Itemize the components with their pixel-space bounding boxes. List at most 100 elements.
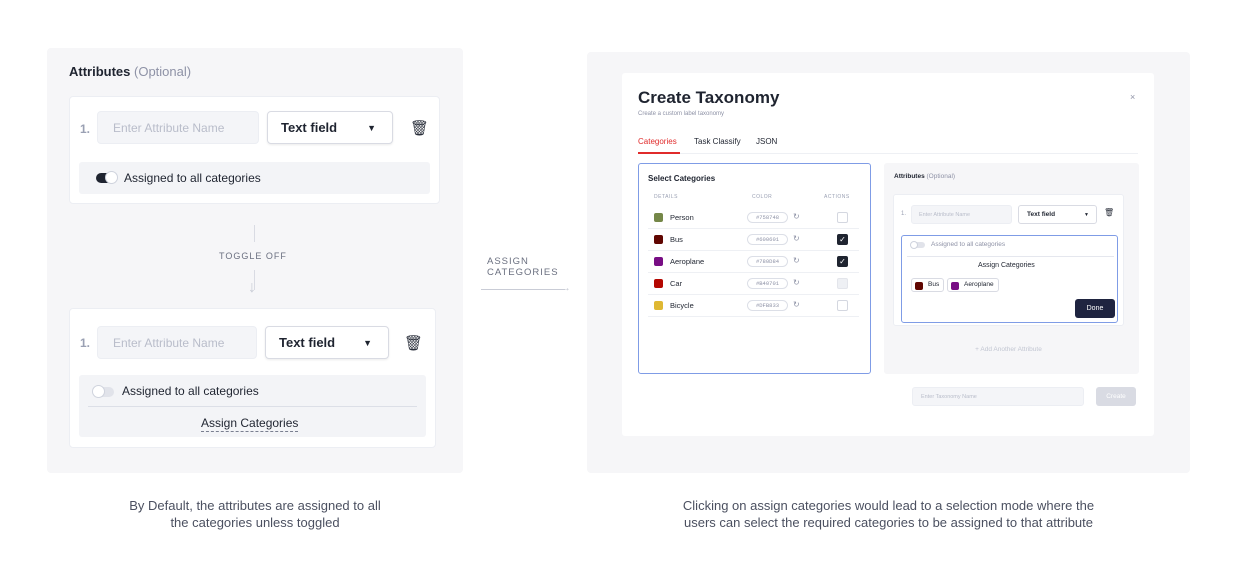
attribute-card: 1. Enter Attribute Name Text field ▼ 🗑 A…: [893, 194, 1124, 326]
refresh-icon[interactable]: ↻: [793, 256, 800, 265]
category-hex-pill[interactable]: #600601: [747, 234, 788, 245]
category-name: Car: [670, 279, 683, 288]
assign-label-line2: CATEGORIES: [487, 267, 559, 278]
category-checkbox[interactable]: [837, 300, 848, 311]
category-hex-pill[interactable]: #B40701: [747, 278, 788, 289]
attribute-number: 1.: [80, 336, 91, 350]
column-header-color: COLOR: [752, 194, 773, 200]
attribute-card-toggled-off: 1. Enter Attribute Name Text field ▼ 🗑 A…: [69, 308, 436, 448]
trash-icon[interactable]: 🗑: [410, 119, 429, 137]
category-color-swatch: [654, 257, 663, 266]
chip-label: Aeroplane: [964, 281, 994, 288]
create-button[interactable]: Create: [1096, 387, 1136, 406]
caret-down-icon: ▼: [367, 122, 376, 133]
optional-label: (Optional): [134, 64, 192, 79]
category-row: Bicycle #DFB833 ↻: [648, 295, 859, 317]
category-color-swatch: [654, 213, 663, 222]
trash-icon[interactable]: 🗑: [404, 334, 423, 352]
optional-label: (Optional): [926, 173, 956, 180]
assign-categories-link[interactable]: Assign Categories: [978, 262, 1035, 269]
category-color-swatch: [654, 279, 663, 288]
attribute-type-select[interactable]: Text field ▼: [1018, 205, 1097, 224]
column-header-details: DETAILS: [654, 194, 678, 200]
assigned-all-toggle[interactable]: [910, 240, 925, 249]
category-checkbox[interactable]: ✓: [837, 234, 848, 245]
category-chip-aeroplane[interactable]: Aeroplane: [947, 278, 999, 292]
tab-task-classify[interactable]: Task Classify: [694, 137, 741, 146]
assign-categories-label: ASSIGN CATEGORIES: [487, 256, 559, 278]
category-name: Aeroplane: [670, 257, 705, 266]
category-color-swatch: [654, 235, 663, 244]
attributes-title-text: Attributes: [894, 173, 925, 180]
right-caption-line1: Clicking on assign categories would lead…: [682, 498, 1095, 513]
refresh-icon[interactable]: ↻: [793, 300, 800, 309]
attributes-title-text: Attributes: [69, 64, 131, 79]
category-hex-pill[interactable]: #758748: [747, 212, 788, 223]
assign-toggle-bar: Assigned to all categories Assign Catego…: [79, 375, 426, 437]
arrow-right-icon: →: [560, 282, 571, 294]
category-row: Aeroplane #780D84 ↻ ✓: [648, 251, 859, 273]
assigned-all-toggle[interactable]: [92, 385, 114, 398]
taxonomy-name-input[interactable]: Enter Taxonomy Name: [912, 387, 1084, 406]
caret-down-icon: ▼: [1084, 212, 1089, 218]
caret-down-icon: ▼: [363, 337, 372, 348]
attribute-type-select[interactable]: Text field ▼: [265, 326, 389, 359]
attributes-title: Attributes (Optional): [69, 64, 191, 79]
attribute-number: 1.: [80, 122, 91, 136]
category-row: Bus #600601 ↻ ✓: [648, 229, 859, 251]
toggle-off-label: TOGGLE OFF: [219, 251, 287, 261]
assign-categories-selection: Assigned to all categories Assign Catego…: [901, 235, 1118, 323]
arrow-down-icon: ↓: [248, 279, 256, 296]
attribute-number: 1.: [901, 211, 907, 217]
category-name: Person: [670, 213, 694, 222]
assign-categories-link[interactable]: Assign Categories: [201, 416, 299, 432]
right-caption: Clicking on assign categories would lead…: [587, 497, 1190, 531]
category-color-swatch: [654, 301, 663, 310]
tab-categories[interactable]: Categories: [638, 137, 677, 146]
column-header-actions: ACTIONS: [824, 194, 850, 200]
modal-title: Create Taxonomy: [638, 88, 780, 107]
chip-color-swatch: [951, 281, 959, 290]
assigned-all-toggle[interactable]: [96, 171, 118, 184]
left-caption-line2: the categories unless toggled: [170, 515, 340, 530]
attribute-type-value: Text field: [281, 120, 338, 135]
refresh-icon[interactable]: ↻: [793, 234, 800, 243]
toggle-knob: [910, 240, 918, 249]
attribute-name-input[interactable]: Enter Attribute Name: [97, 111, 259, 144]
done-button[interactable]: Done: [1075, 299, 1115, 318]
right-caption-line2: users can select the required categories…: [683, 515, 1094, 530]
category-hex-pill[interactable]: #DFB833: [747, 300, 788, 311]
refresh-icon[interactable]: ↻: [793, 212, 800, 221]
modal-subtitle: Create a custom label taxonomy: [638, 111, 725, 117]
chip-label: Bus: [928, 281, 940, 288]
category-checkbox[interactable]: ✓: [837, 256, 848, 267]
attribute-name-input[interactable]: Enter Attribute Name: [97, 326, 257, 359]
divider: [907, 256, 1114, 257]
divider: [88, 406, 417, 407]
right-panel: Create Taxonomy Create a custom label ta…: [587, 52, 1190, 473]
attributes-title: Attributes (Optional): [894, 173, 955, 180]
select-categories-title: Select Categories: [648, 174, 716, 183]
category-checkbox[interactable]: [837, 278, 848, 289]
connector-line: [254, 225, 255, 242]
attribute-type-value: Text field: [1027, 211, 1056, 218]
left-panel: Attributes (Optional) 1. Enter Attribute…: [47, 48, 463, 473]
category-hex-pill[interactable]: #780D84: [747, 256, 788, 267]
refresh-icon[interactable]: ↻: [793, 278, 800, 287]
tab-json[interactable]: JSON: [756, 137, 777, 146]
arrow-line: [481, 289, 565, 290]
toggle-knob: [92, 385, 105, 398]
category-checkbox[interactable]: [837, 212, 848, 223]
category-row: Person #758748 ↻: [648, 207, 859, 229]
attribute-type-select[interactable]: Text field ▼: [267, 111, 393, 144]
assigned-all-label: Assigned to all categories: [122, 384, 259, 398]
trash-icon[interactable]: 🗑: [1104, 208, 1114, 217]
tab-divider: [638, 153, 1138, 154]
assign-toggle-bar: Assigned to all categories: [79, 162, 430, 194]
create-taxonomy-modal: Create Taxonomy Create a custom label ta…: [622, 73, 1154, 436]
attribute-name-input[interactable]: Enter Attribute Name: [911, 205, 1012, 224]
close-icon[interactable]: ×: [1130, 92, 1135, 102]
attributes-panel: Attributes (Optional) 1. Enter Attribute…: [884, 163, 1139, 374]
add-another-attribute-button[interactable]: + Add Another Attribute: [893, 340, 1124, 360]
category-chip-bus[interactable]: Bus: [911, 278, 945, 292]
